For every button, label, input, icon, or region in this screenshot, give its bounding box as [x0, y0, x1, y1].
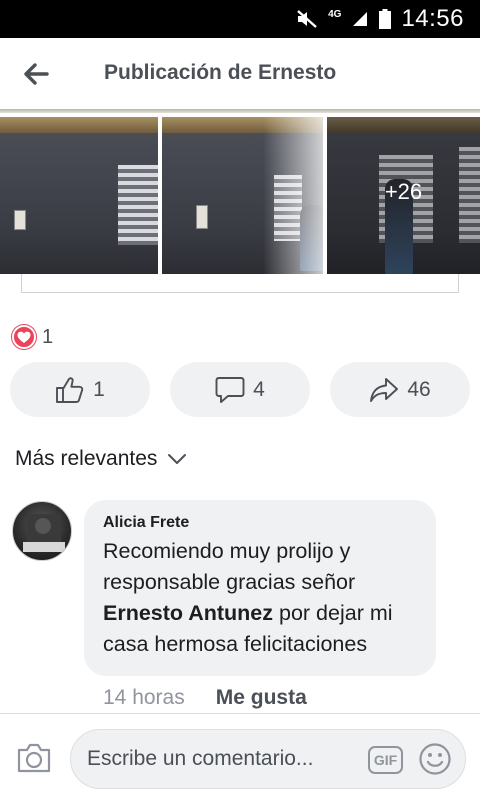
- comment-sort-selector[interactable]: Más relevantes: [15, 445, 187, 473]
- comment-author[interactable]: Alicia Frete: [103, 514, 189, 532]
- post-card-bottom: [21, 274, 459, 293]
- header-divider: [0, 109, 480, 113]
- more-photos-count: +26: [384, 179, 423, 204]
- photo-strip: +26: [0, 117, 480, 274]
- share-button[interactable]: 46: [330, 362, 470, 417]
- gif-button[interactable]: GIF: [368, 746, 403, 774]
- share-count: 46: [407, 377, 431, 401]
- comment-composer: GIF: [0, 713, 480, 800]
- reaction-count: 1: [42, 325, 54, 348]
- thumbs-up-icon: [56, 376, 84, 403]
- signal-icon: [353, 12, 368, 26]
- comment-button[interactable]: 4: [170, 362, 310, 417]
- post-actions: 1 4 46: [10, 362, 470, 417]
- network-type-label: 4G: [328, 9, 342, 20]
- status-clock: 14:56: [401, 5, 464, 32]
- battery-icon: [379, 9, 392, 29]
- heart-reaction-icon: [12, 325, 36, 349]
- commenter-avatar[interactable]: [12, 501, 72, 561]
- post-photo-2[interactable]: [162, 117, 323, 274]
- camera-button[interactable]: [16, 742, 52, 776]
- app-header: Publicación de Ernesto: [0, 38, 480, 110]
- comment-meta: 14 horas Me gusta: [103, 686, 307, 710]
- comment-field: GIF: [70, 729, 466, 789]
- camera-icon: [17, 743, 51, 773]
- sort-label: Más relevantes: [15, 447, 158, 470]
- reaction-summary[interactable]: 1: [12, 325, 53, 349]
- comment-mention[interactable]: Ernesto Antunez: [103, 601, 273, 625]
- like-button[interactable]: 1: [10, 362, 150, 417]
- comment-text-part: Recomiendo muy prolijo y responsable gra…: [103, 539, 356, 594]
- comment-body: Recomiendo muy prolijo y responsable gra…: [103, 536, 429, 660]
- mute-icon: [297, 10, 317, 28]
- like-count: 1: [93, 377, 105, 401]
- emoji-button[interactable]: [418, 742, 452, 776]
- page-title: Publicación de Ernesto: [104, 61, 337, 84]
- comment-input[interactable]: [87, 730, 357, 788]
- post-photo-1[interactable]: [0, 117, 158, 274]
- comment-timestamp: 14 horas: [103, 686, 185, 709]
- status-icons: 4G 14:56: [296, 0, 464, 38]
- comment-like-button[interactable]: Me gusta: [216, 686, 307, 710]
- comment-bubble-icon: [215, 376, 245, 403]
- arrow-left-icon: [24, 63, 49, 85]
- smiley-icon: [419, 743, 451, 775]
- status-bar: 4G 14:56: [0, 0, 480, 38]
- share-arrow-icon: [370, 377, 399, 402]
- post-photo-3[interactable]: +26: [327, 117, 480, 274]
- chevron-down-icon: [168, 454, 187, 464]
- back-button[interactable]: [18, 56, 54, 92]
- comment-count: 4: [253, 377, 265, 401]
